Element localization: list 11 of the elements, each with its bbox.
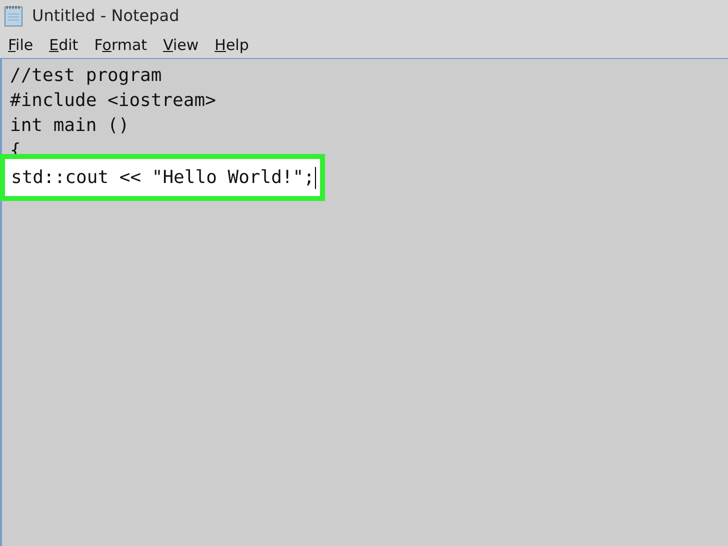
code-line: #include <iostream> xyxy=(10,90,216,111)
code-line: int main () xyxy=(10,115,130,136)
code-line: //test program xyxy=(10,65,162,86)
menu-item[interactable]: View xyxy=(163,34,199,56)
window-title: Untitled - Notepad xyxy=(32,5,180,27)
menu-item[interactable]: File xyxy=(8,34,34,56)
code-line: std::cout << "Hello World!"; xyxy=(11,166,314,190)
notepad-icon xyxy=(4,5,24,27)
menu-item[interactable]: Help xyxy=(214,34,249,56)
menu-item[interactable]: Format xyxy=(94,34,148,56)
menu-item[interactable]: Edit xyxy=(49,34,78,56)
